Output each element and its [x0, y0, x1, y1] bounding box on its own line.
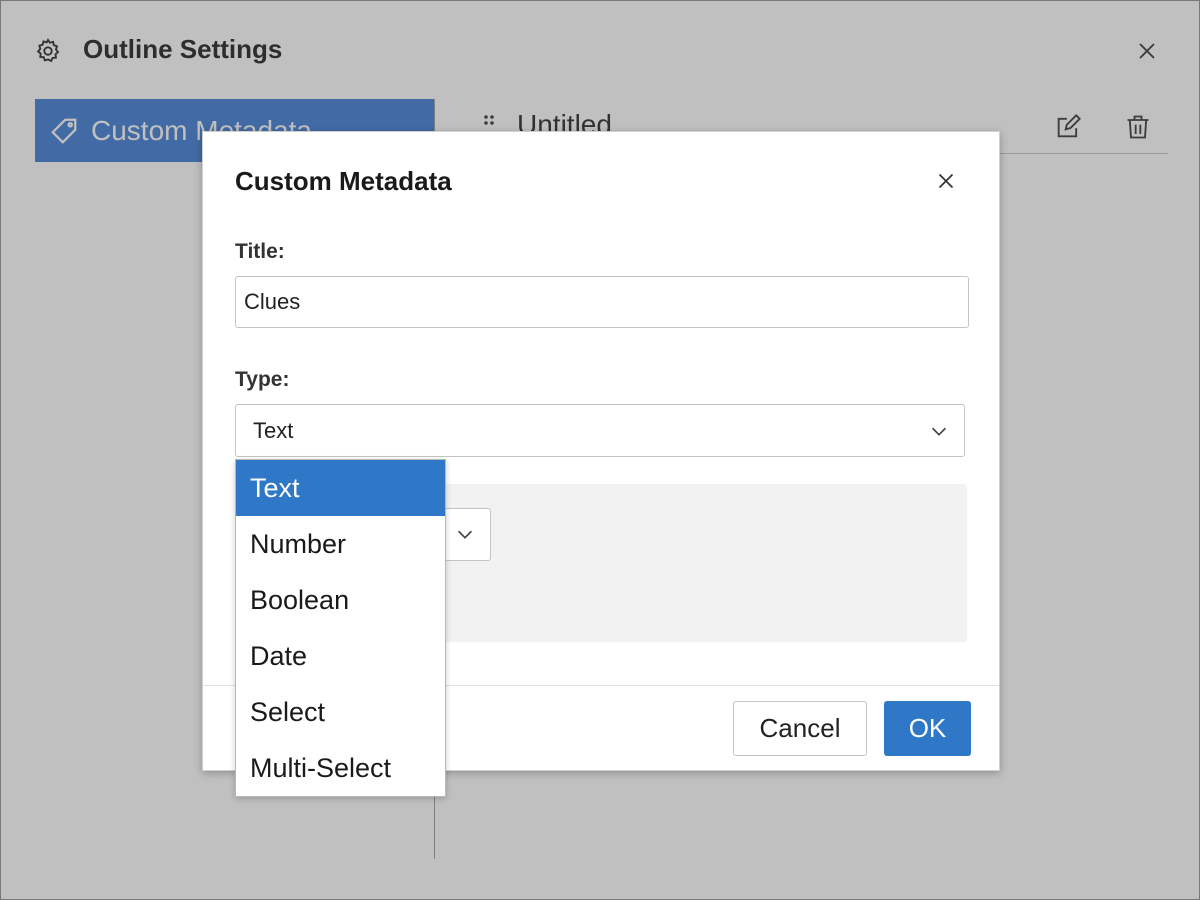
cancel-button[interactable]: Cancel — [733, 701, 867, 756]
type-field-label: Type: — [235, 368, 290, 391]
type-select-value: Text — [253, 418, 294, 443]
ok-button[interactable]: OK — [884, 701, 971, 756]
dropdown-option-select[interactable]: Select — [236, 684, 445, 740]
type-dropdown-list: Text Number Boolean Date Select Multi-Se… — [235, 459, 446, 797]
title-input[interactable] — [235, 276, 969, 328]
close-icon[interactable] — [933, 168, 959, 194]
chevron-down-icon — [457, 530, 473, 539]
dropdown-option-boolean[interactable]: Boolean — [236, 572, 445, 628]
dropdown-option-multi-select[interactable]: Multi-Select — [236, 740, 445, 796]
dropdown-option-text[interactable]: Text — [236, 460, 445, 516]
title-field-label: Title: — [235, 240, 285, 263]
chevron-down-icon — [931, 427, 947, 436]
dropdown-option-date[interactable]: Date — [236, 628, 445, 684]
dialog-title: Custom Metadata — [235, 166, 452, 196]
type-select[interactable]: Text — [235, 404, 965, 457]
dropdown-option-number[interactable]: Number — [236, 516, 445, 572]
